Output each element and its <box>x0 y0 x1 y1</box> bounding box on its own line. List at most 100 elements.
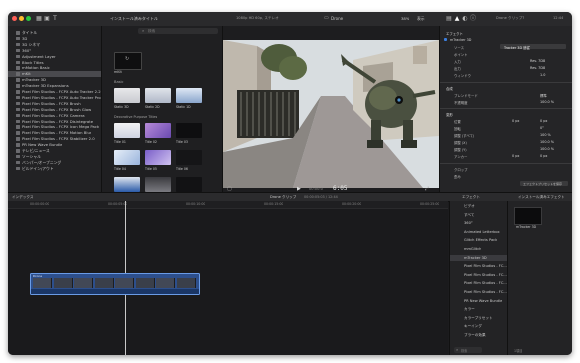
blend-mode-label: ブレンドモード <box>454 94 478 98</box>
effect-enable-checkbox[interactable] <box>444 38 447 41</box>
effects-category[interactable]: mTracker 3D <box>450 254 507 262</box>
audio-waveform <box>31 289 199 294</box>
thumb-label-mkit: mKit <box>114 70 122 74</box>
viewer-clip-name: Drone <box>331 16 344 21</box>
distort-label: 歪み <box>454 175 461 179</box>
title-thumbnail-static-3d[interactable] <box>114 88 140 103</box>
timeline-clip[interactable]: Drone <box>30 273 200 295</box>
effects-category[interactable]: Pixel Film Studios - FC... <box>450 263 507 270</box>
inspector: エフェクト mTracker 3D ソース Tracker 3D 追従 ポイント… <box>440 26 572 192</box>
close-window-button[interactable] <box>12 16 17 21</box>
transform-row-x[interactable]: 100 % <box>540 133 551 137</box>
opacity-value[interactable]: 100.0 % <box>540 100 554 104</box>
effects-category[interactable]: ビデオ <box>450 203 507 210</box>
transform-row-x[interactable]: 100.0 % <box>540 147 554 151</box>
effects-category[interactable]: すべて <box>450 212 507 219</box>
thumb-label: Static 2D <box>145 105 160 109</box>
viewer-frame[interactable] <box>223 40 439 188</box>
title-thumbnail[interactable] <box>114 150 140 165</box>
sidebar-item[interactable]: ビルドイン/アウト <box>8 166 101 172</box>
transform-row-y[interactable]: 0 px <box>540 119 547 123</box>
transform-row-label: 調整 (X) <box>454 141 467 145</box>
transform-row-x[interactable]: 0 px <box>512 119 519 123</box>
zoom-level[interactable]: 38% <box>401 16 409 21</box>
title-folder-icon <box>16 36 20 41</box>
title-thumbnail[interactable] <box>145 123 171 138</box>
inspector-row-value[interactable]: Rev. 7D8 <box>530 59 545 63</box>
inspector-section-effects: エフェクト <box>446 32 463 36</box>
title-thumbnail-mkit[interactable]: ↻ <box>114 52 142 70</box>
inspector-section-transform: 変形 <box>446 113 453 117</box>
crop-label: クロップ <box>454 168 468 172</box>
effect-thumbnail[interactable] <box>514 207 542 225</box>
inspector-group-label: mTracker 3D <box>450 38 472 42</box>
effects-search-input[interactable]: ⌕ 検索 <box>454 347 482 353</box>
title-folder-icon <box>16 54 20 59</box>
transform-row-x[interactable]: 100.0 % <box>540 140 554 144</box>
title-thumbnail-static-1d[interactable] <box>176 88 202 103</box>
title-thumbnail[interactable] <box>145 177 171 192</box>
title-thumbnail[interactable] <box>176 150 202 165</box>
transform-row-x[interactable]: 0 px <box>512 154 519 158</box>
info-icon[interactable]: ⓘ <box>470 15 476 22</box>
clip-filmstrip-frame <box>94 278 114 288</box>
effects-category[interactable]: Animated Letterbox <box>450 229 507 236</box>
view-menu[interactable]: 表示 <box>417 16 425 22</box>
effects-category[interactable]: カラープリセット <box>450 315 507 322</box>
timecode-prefix: 00:00:0 <box>309 187 323 191</box>
video-inspector-icon[interactable]: ▤ <box>446 15 452 22</box>
titles-icon[interactable]: T <box>52 15 58 22</box>
divider <box>440 163 572 164</box>
effects-category-label: すべて <box>464 212 475 217</box>
title-folder-icon <box>16 48 20 53</box>
effects-category[interactable]: カラー <box>450 306 507 313</box>
title-folder-icon <box>16 166 20 171</box>
save-preset-label: エフェクトプリセットを保存 <box>523 182 563 186</box>
effects-category[interactable]: mmGlitch <box>450 246 507 253</box>
timeline-ruler[interactable]: 00:00:00:00 00:00:05:00 00:00:10:00 00:00:1… <box>8 201 517 209</box>
title-thumbnail[interactable] <box>114 177 140 192</box>
thumb-label: Title 01 <box>114 140 126 144</box>
title-folder-icon <box>16 72 20 76</box>
effects-category[interactable]: PR New Wave Bundle <box>450 298 507 305</box>
ruler-tick-label: 00:00:00:00 <box>30 202 50 206</box>
inspector-clip-title: Drone クリップ? <box>496 16 525 20</box>
search-input[interactable]: ⌕ 検索 <box>138 28 218 34</box>
app-window: ▦ ▣ T インストール済みタイトル 1080p HD 60p, ステレオ ▭ … <box>8 12 572 355</box>
thumb-label: Title 06 <box>176 167 188 171</box>
title-thumbnail-static-2d[interactable] <box>145 88 171 103</box>
transform-row-label: 調整 (Y) <box>454 148 467 152</box>
blend-mode-value[interactable]: 標準 <box>540 93 547 98</box>
inspector-row-label: 出力 <box>454 67 461 71</box>
effects-category[interactable]: ブラーの効果 <box>450 332 507 339</box>
effects-category-label: Animated Letterbox <box>464 229 500 234</box>
title-folder-icon <box>16 84 20 88</box>
effects-category-label: Pixel Film Studios - FC... <box>464 281 507 286</box>
effects-category[interactable]: Pixel Film Studios - FC... <box>450 272 507 279</box>
title-thumbnail[interactable] <box>176 177 202 192</box>
effects-category[interactable]: 360° <box>450 220 507 227</box>
color-icon[interactable]: ◐ <box>462 15 468 22</box>
title-thumbnail[interactable] <box>145 150 171 165</box>
effects-category[interactable]: Pixel Film Studios - FC... <box>450 280 507 287</box>
effects-category-label: キーイング <box>464 324 482 329</box>
title-folder-icon <box>16 95 20 100</box>
inspector-row-value[interactable]: Rev. 7D8 <box>530 66 545 70</box>
library-icon[interactable]: ▦ <box>36 15 42 22</box>
minimize-window-button[interactable] <box>19 16 24 21</box>
filter-icon[interactable]: ▲ <box>454 15 460 22</box>
effects-category[interactable]: Glitch Effects Pack <box>450 237 507 244</box>
titles-browser: ⌕ 検索 ↻ mKit Basic Static 3D Static 2D St… <box>102 26 223 192</box>
effects-category[interactable]: Pixel Film Studios - FC... <box>450 289 507 296</box>
index-button[interactable]: インデックス <box>12 195 33 200</box>
inspector-row-value[interactable]: 1.0 <box>540 73 545 77</box>
effects-category[interactable]: キーイング <box>450 323 507 330</box>
zoom-window-button[interactable] <box>26 16 31 21</box>
inspector-section-compositing: 合成 <box>446 87 453 91</box>
titles-sidebar: タイトル 3D 3D シネマ 360° Adjustment Layer Block Ti… <box>8 26 102 192</box>
title-thumbnail[interactable] <box>114 123 140 138</box>
transform-row-y[interactable]: 0 px <box>540 154 547 158</box>
photos-icon[interactable]: ▣ <box>44 15 50 22</box>
transform-row-x[interactable]: 0° <box>540 126 544 130</box>
title-thumbnail[interactable] <box>176 123 202 138</box>
